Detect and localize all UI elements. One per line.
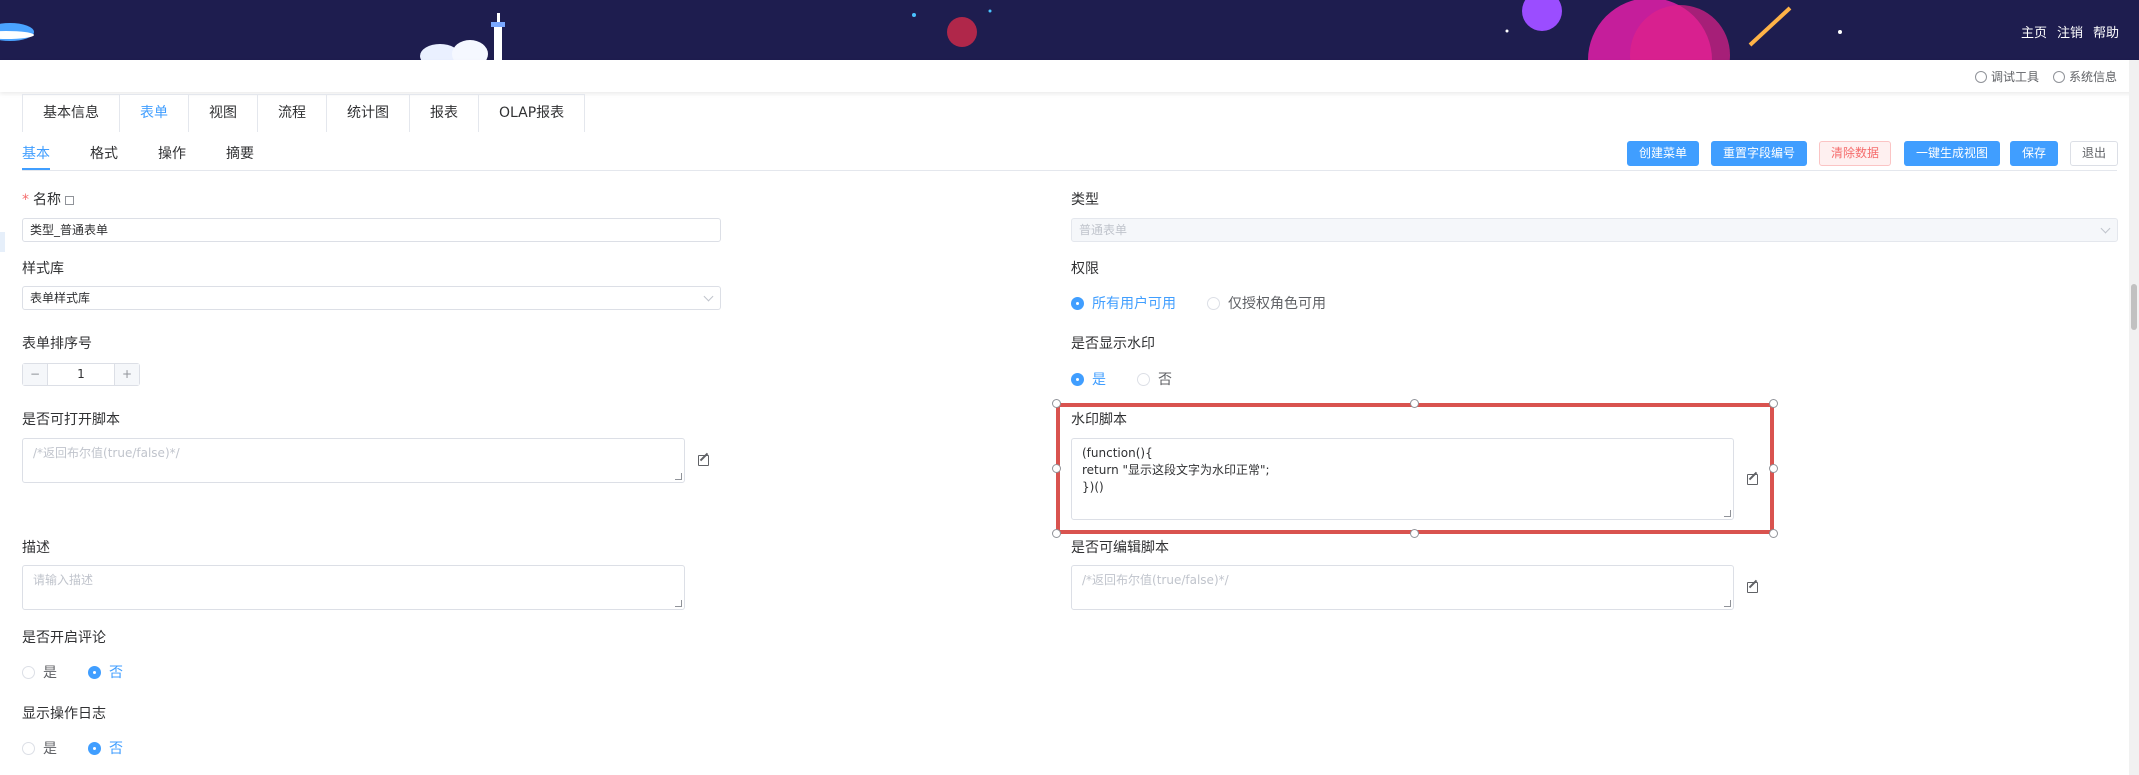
- comment-label: 是否开启评论: [22, 630, 106, 646]
- edit-icon[interactable]: [1747, 582, 1758, 593]
- resize-handle[interactable]: [1410, 529, 1419, 538]
- edit-script-label: 是否可编辑脚本: [1071, 540, 1169, 556]
- resize-handle[interactable]: [1769, 529, 1778, 538]
- radio-circle: [88, 665, 101, 679]
- save-button[interactable]: 保存: [2010, 141, 2059, 166]
- style-library-select[interactable]: 表单样式库: [22, 286, 721, 310]
- form-order-label: 表单排序号: [22, 336, 92, 352]
- open-script-label: 是否可打开脚本: [22, 412, 120, 428]
- radio-circle: [22, 665, 35, 679]
- radio-label: 是: [43, 665, 57, 681]
- nav-home-link[interactable]: 主页: [2021, 22, 2047, 41]
- exit-button[interactable]: 退出: [2070, 141, 2119, 166]
- tab-basic-info[interactable]: 基本信息: [23, 95, 120, 132]
- comment-yes-radio[interactable]: 是: [22, 662, 57, 682]
- radio-label: 否: [109, 741, 123, 757]
- resize-handle[interactable]: [1052, 529, 1061, 538]
- top-tabs: 基本信息 表单 视图 流程 统计图 报表 OLAP报表: [22, 94, 586, 132]
- subtab-operation[interactable]: 操作: [158, 143, 186, 163]
- active-tab-indicator: [22, 168, 50, 170]
- resize-handle[interactable]: [1052, 464, 1061, 473]
- type-label: 类型: [1071, 192, 1099, 208]
- log-yes-radio[interactable]: 是: [22, 738, 57, 758]
- radio-label: 否: [109, 665, 123, 681]
- system-info-label: 系统信息: [2068, 70, 2117, 84]
- increment-button[interactable]: +: [115, 364, 139, 385]
- name-field[interactable]: 类型_普通表单: [22, 218, 721, 242]
- radio-circle: [1071, 296, 1084, 310]
- edit-icon[interactable]: [698, 455, 709, 466]
- tab-view[interactable]: 视图: [189, 95, 258, 132]
- tab-flow[interactable]: 流程: [258, 95, 327, 132]
- scrollbar-thumb[interactable]: [2131, 284, 2137, 330]
- radio-circle: [88, 741, 101, 755]
- open-script-textarea[interactable]: /*返回布尔值(true/false)*/: [22, 438, 685, 483]
- description-textarea[interactable]: 请输入描述: [22, 565, 685, 610]
- radio-label: 是: [1092, 372, 1106, 388]
- permission-label: 权限: [1071, 261, 1099, 277]
- resize-handle[interactable]: [1410, 399, 1419, 408]
- name-label-text: 名称: [33, 192, 61, 208]
- resize-handle[interactable]: [1769, 399, 1778, 408]
- header-banner: 主页 注销 帮助: [0, 0, 2139, 60]
- edit-script-textarea[interactable]: /*返回布尔值(true/false)*/: [1071, 565, 1734, 610]
- selection-highlight: [1052, 399, 1778, 538]
- style-library-value: 表单样式库: [30, 291, 91, 305]
- watermark-label: 是否显示水印: [1071, 336, 1155, 352]
- required-mark: *: [22, 192, 29, 208]
- debug-icon: [1974, 70, 1987, 83]
- order-value[interactable]: 1: [47, 364, 115, 385]
- name-label: * 名称: [22, 189, 75, 209]
- type-select[interactable]: 普通表单: [1071, 218, 2118, 242]
- type-value: 普通表单: [1079, 223, 1128, 237]
- nav-help-link[interactable]: 帮助: [2093, 22, 2119, 41]
- gear-icon: [2052, 70, 2065, 83]
- radio-circle: [1207, 296, 1220, 310]
- style-library-label: 样式库: [22, 261, 64, 277]
- subtab-basic[interactable]: 基本: [22, 143, 50, 163]
- banner-illustration: [0, 0, 1842, 60]
- scrollbar[interactable]: [2129, 60, 2139, 775]
- tab-report[interactable]: 报表: [410, 95, 479, 132]
- subtab-summary[interactable]: 摘要: [226, 143, 254, 163]
- radio-label: 否: [1158, 372, 1172, 388]
- chevron-down-icon: [703, 291, 714, 302]
- perm-all-users-radio[interactable]: 所有用户可用: [1071, 293, 1176, 313]
- copy-icon[interactable]: [65, 195, 75, 205]
- chevron-down-icon: [2100, 223, 2111, 234]
- create-menu-button[interactable]: 创建菜单: [1627, 141, 1700, 166]
- debug-tools-button[interactable]: 调试工具: [1974, 68, 2039, 85]
- toolbar: 调试工具 系统信息: [0, 60, 2139, 92]
- left-panel-edge: [0, 232, 5, 252]
- comment-no-radio[interactable]: 否: [88, 662, 123, 682]
- watermark-no-radio[interactable]: 否: [1137, 369, 1172, 389]
- radio-label: 是: [43, 741, 57, 757]
- tab-chart[interactable]: 统计图: [327, 95, 410, 132]
- generate-view-button[interactable]: 一键生成视图: [1904, 141, 2001, 166]
- operation-log-label: 显示操作日志: [22, 706, 106, 722]
- radio-label: 仅授权角色可用: [1228, 296, 1326, 312]
- system-info-button[interactable]: 系统信息: [2052, 68, 2117, 85]
- header-nav: 主页 注销 帮助: [2021, 22, 2119, 41]
- debug-tools-label: 调试工具: [1990, 70, 2039, 84]
- radio-circle: [1071, 372, 1084, 386]
- radio-label: 所有用户可用: [1092, 296, 1176, 312]
- tab-form[interactable]: 表单: [120, 95, 189, 132]
- decrement-button[interactable]: −: [23, 364, 47, 385]
- watermark-yes-radio[interactable]: 是: [1071, 369, 1106, 389]
- radio-circle: [1137, 372, 1150, 386]
- perm-authorized-roles-radio[interactable]: 仅授权角色可用: [1207, 293, 1326, 313]
- reset-field-numbers-button[interactable]: 重置字段编号: [1711, 141, 1808, 166]
- resize-handle[interactable]: [1769, 464, 1778, 473]
- radio-circle: [22, 741, 35, 755]
- clear-data-button[interactable]: 清除数据: [1819, 141, 1892, 166]
- description-label: 描述: [22, 540, 50, 556]
- resize-handle[interactable]: [1052, 399, 1061, 408]
- subtab-format[interactable]: 格式: [90, 143, 118, 163]
- tab-olap-report[interactable]: OLAP报表: [479, 95, 584, 132]
- order-stepper[interactable]: − 1 +: [22, 363, 140, 386]
- log-no-radio[interactable]: 否: [88, 738, 123, 758]
- nav-logout-link[interactable]: 注销: [2057, 22, 2083, 41]
